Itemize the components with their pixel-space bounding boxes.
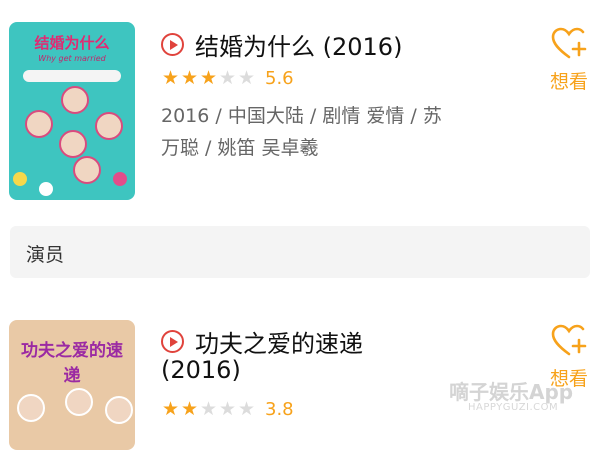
star-icon: ★ xyxy=(180,67,199,89)
movie-title[interactable]: 结婚为什么 (2016) xyxy=(195,27,402,62)
rating-score: 5.6 xyxy=(265,68,294,89)
watermark-subtext: HAPPYGUZI.COM xyxy=(468,402,559,413)
star-icon: ★ xyxy=(199,67,218,89)
movie-poster[interactable]: 功夫之爱的速递 xyxy=(9,320,135,450)
poster-band xyxy=(23,70,121,82)
poster-dot xyxy=(13,172,27,186)
star-icon: ★ xyxy=(161,398,180,420)
rating-row: ★ ★ ★ ★ ★ 5.6 xyxy=(161,68,294,89)
poster-face xyxy=(73,156,101,184)
poster-face xyxy=(105,396,133,424)
movie-poster[interactable]: 结婚为什么 Why get married xyxy=(9,22,135,200)
rating-stars: ★ ★ ★ ★ ★ xyxy=(161,400,256,419)
want-label: 想看 xyxy=(549,71,588,93)
star-icon: ★ xyxy=(199,398,218,420)
star-icon: ★ xyxy=(237,398,256,420)
star-icon: ★ xyxy=(161,67,180,89)
poster-title: 功夫之爱的速递 xyxy=(21,341,123,386)
poster-face xyxy=(95,112,123,140)
movie-card[interactable]: 结婚为什么 Why get married 结婚为什么 (2016) ★ ★ ★ ★ ★… xyxy=(0,0,600,220)
poster-face xyxy=(59,130,87,158)
star-icon: ★ xyxy=(180,398,199,420)
poster-face xyxy=(61,86,89,114)
section-title: 演员 xyxy=(26,244,65,266)
movie-meta: 2016 / 中国大陆 / 剧情 爱情 / 苏 万聪 / 姚笛 吴卓羲 xyxy=(161,100,491,164)
section-header-cast[interactable]: 演员 xyxy=(10,226,590,278)
rating-stars: ★ ★ ★ ★ ★ xyxy=(161,69,256,88)
star-icon: ★ xyxy=(218,398,237,420)
play-circle-icon[interactable] xyxy=(161,33,184,56)
meta-line: 万聪 / 姚笛 吴卓羲 xyxy=(161,137,319,159)
poster-face xyxy=(25,110,53,138)
rating-score: 3.8 xyxy=(265,399,294,420)
star-icon: ★ xyxy=(237,67,256,89)
movie-card[interactable]: 功夫之爱的速递 功夫之爱的速递 (2016) ★ ★ ★ ★ ★ 3.8 想看 xyxy=(0,300,600,450)
star-icon: ★ xyxy=(218,67,237,89)
poster-dot xyxy=(39,182,53,196)
poster-dot xyxy=(113,172,127,186)
movie-title[interactable]: 功夫之爱的速递 xyxy=(195,324,363,359)
heart-plus-icon xyxy=(551,27,587,59)
want-to-watch-button[interactable]: 想看 xyxy=(545,27,593,94)
play-circle-icon[interactable] xyxy=(161,330,184,353)
meta-line: 2016 / 中国大陆 / 剧情 爱情 / 苏 xyxy=(161,105,442,127)
movie-title-row[interactable]: 结婚为什么 (2016) xyxy=(161,27,402,62)
movie-title-year[interactable]: (2016) xyxy=(161,356,241,384)
poster-title: 结婚为什么 xyxy=(34,34,110,52)
watermark-text: 嘀子娱乐App xyxy=(449,380,574,404)
poster-subtitle: Why get married xyxy=(38,54,106,63)
heart-plus-icon xyxy=(551,324,587,356)
poster-face xyxy=(65,388,93,416)
movie-title-row[interactable]: 功夫之爱的速递 xyxy=(161,324,363,359)
poster-face xyxy=(17,394,45,422)
rating-row: ★ ★ ★ ★ ★ 3.8 xyxy=(161,399,294,420)
